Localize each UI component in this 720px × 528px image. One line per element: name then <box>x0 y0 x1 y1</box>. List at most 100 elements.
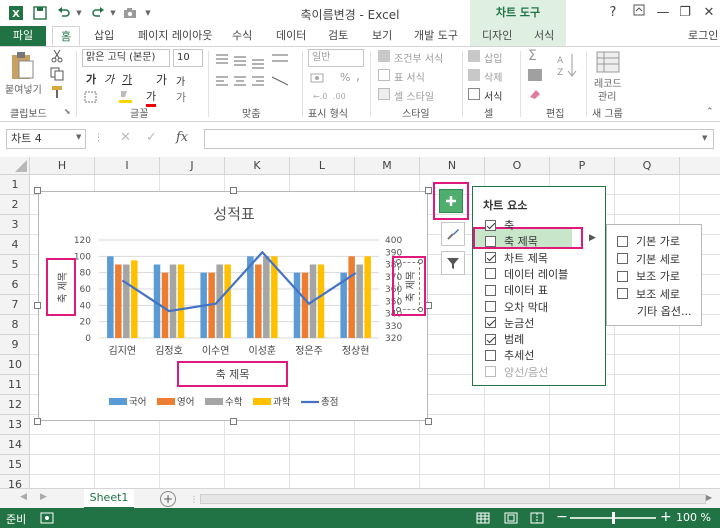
row-header[interactable]: 9 <box>0 335 30 355</box>
bar-수학[interactable] <box>263 256 270 338</box>
checkbox[interactable] <box>617 270 628 282</box>
row-header[interactable]: 12 <box>0 395 30 415</box>
insert-cells-button[interactable]: 삽입 <box>484 50 502 65</box>
page-break-view-icon[interactable] <box>530 512 544 524</box>
conditional-format-button[interactable]: 조건부 서식 <box>394 50 443 65</box>
row-header[interactable]: 7 <box>0 295 30 315</box>
minimize-button[interactable]: — <box>652 4 674 22</box>
bar-과학[interactable] <box>131 260 138 338</box>
row-header[interactable]: 5 <box>0 255 30 275</box>
tab-format[interactable]: 서식 <box>534 26 554 46</box>
insert-function-button[interactable]: fx <box>176 130 188 145</box>
excel-logo-icon[interactable]: X <box>6 3 26 23</box>
axis-title-option[interactable]: 보조 가로 <box>617 268 680 284</box>
zoom-in-button[interactable]: + <box>660 509 672 525</box>
resize-handle[interactable] <box>230 187 237 194</box>
add-sheet-button[interactable]: + <box>160 491 176 507</box>
bar-영어[interactable] <box>115 264 122 339</box>
paste-icon[interactable] <box>6 51 40 81</box>
checkbox[interactable] <box>485 366 496 378</box>
table-format-button[interactable]: 표 서식 <box>394 69 425 84</box>
row-header[interactable]: 11 <box>0 375 30 395</box>
tab-developer[interactable]: 개발 도구 <box>414 26 458 46</box>
resize-handle[interactable] <box>418 307 423 312</box>
chart-element-item[interactable]: 눈금선 <box>485 315 534 331</box>
fill-color-icon[interactable] <box>118 89 134 103</box>
normal-view-icon[interactable] <box>476 512 490 524</box>
tab-data[interactable]: 데이터 <box>276 26 306 46</box>
comma-button[interactable]: , <box>356 69 360 84</box>
chart-element-item[interactable]: 데이터 표 <box>485 282 548 298</box>
clear-icon[interactable] <box>528 88 542 100</box>
currency-icon[interactable] <box>310 71 326 85</box>
chart-title[interactable]: 성적표 <box>213 205 255 223</box>
resize-handle[interactable] <box>396 307 401 312</box>
horizontal-scrollbar[interactable] <box>200 494 706 504</box>
checkbox[interactable] <box>617 288 628 299</box>
bar-수학[interactable] <box>169 264 177 339</box>
italic-button[interactable]: 가 <box>104 71 114 87</box>
row-header[interactable]: 15 <box>0 455 30 475</box>
checkbox[interactable] <box>617 253 628 264</box>
redo-dropdown-icon[interactable]: ▼ <box>108 3 118 23</box>
row-header[interactable]: 1 <box>0 175 30 195</box>
macro-record-icon[interactable] <box>40 512 54 524</box>
tab-file[interactable]: 파일 <box>0 26 46 46</box>
name-box[interactable]: 차트 4 <box>6 129 86 149</box>
resize-handle[interactable] <box>34 418 41 425</box>
chart-filters-button[interactable] <box>441 251 465 275</box>
decimal-icons[interactable]: ←.0 .00 <box>312 89 352 101</box>
chart-element-item[interactable]: 차트 제목 <box>485 250 548 266</box>
cell-style-button[interactable]: 셀 스타일 <box>394 88 434 103</box>
zoom-level[interactable]: 100 % <box>676 511 711 524</box>
tab-review[interactable]: 검토 <box>328 26 348 46</box>
resize-handle[interactable] <box>425 302 432 309</box>
checkbox[interactable] <box>617 235 628 247</box>
secondary-vertical-axis-title[interactable]: 축 제목 <box>398 262 420 310</box>
tab-page-layout[interactable]: 페이지 레이아웃 <box>138 26 212 46</box>
delete-cells-button[interactable]: 삭제 <box>484 69 502 84</box>
checkbox[interactable] <box>485 252 496 264</box>
column-header[interactable]: M <box>355 157 420 175</box>
checkbox[interactable] <box>485 235 496 247</box>
bar-수학[interactable] <box>356 264 363 339</box>
row-header[interactable]: 6 <box>0 275 30 295</box>
sort-filter-icon[interactable]: AZ <box>556 51 582 81</box>
cut-icon[interactable] <box>50 49 64 63</box>
axis-title-option[interactable]: 기본 세로 <box>617 251 680 267</box>
horizontal-axis-title[interactable]: 축 제목 <box>177 361 288 387</box>
save-icon[interactable] <box>30 3 50 23</box>
bar-과학[interactable] <box>364 256 371 338</box>
bar-과학[interactable] <box>317 264 325 339</box>
bar-과학[interactable] <box>177 264 185 339</box>
column-header[interactable]: Q <box>615 157 680 175</box>
clipboard-launcher-icon[interactable]: ⬊ <box>64 107 71 116</box>
chart-elements-button[interactable] <box>439 189 463 213</box>
column-header[interactable]: N <box>420 157 485 175</box>
chart-element-item[interactable]: 양선/음선 <box>485 364 548 380</box>
row-header[interactable]: 3 <box>0 215 30 235</box>
manage-label[interactable]: 관리 <box>598 88 616 103</box>
submenu-arrow-icon[interactable]: ▶ <box>589 233 596 243</box>
row-header[interactable]: 10 <box>0 355 30 375</box>
formula-input[interactable] <box>204 129 714 149</box>
tab-design[interactable]: 디자인 <box>482 26 512 46</box>
record-manage-icon[interactable] <box>596 51 620 73</box>
underline-button[interactable]: 가 <box>122 71 132 87</box>
column-header[interactable]: K <box>225 157 290 175</box>
checkbox[interactable] <box>485 219 496 231</box>
tab-formulas[interactable]: 수식 <box>232 26 252 46</box>
checkbox[interactable] <box>485 268 496 280</box>
login-link[interactable]: 로그인 <box>688 26 718 46</box>
row-header[interactable]: 2 <box>0 195 30 215</box>
enter-button[interactable]: ✓ <box>146 130 157 145</box>
checkbox[interactable] <box>485 317 496 329</box>
shrink-font-button[interactable]: 가 <box>176 73 185 88</box>
resize-handle[interactable] <box>34 302 41 309</box>
copy-icon[interactable] <box>50 67 64 81</box>
column-header[interactable]: J <box>160 157 225 175</box>
checkbox[interactable] <box>485 349 496 361</box>
font-name-dropdown[interactable]: 맑은 고딕 (본문) <box>82 49 170 67</box>
camera-icon[interactable] <box>120 3 140 23</box>
undo-icon[interactable] <box>54 3 74 23</box>
